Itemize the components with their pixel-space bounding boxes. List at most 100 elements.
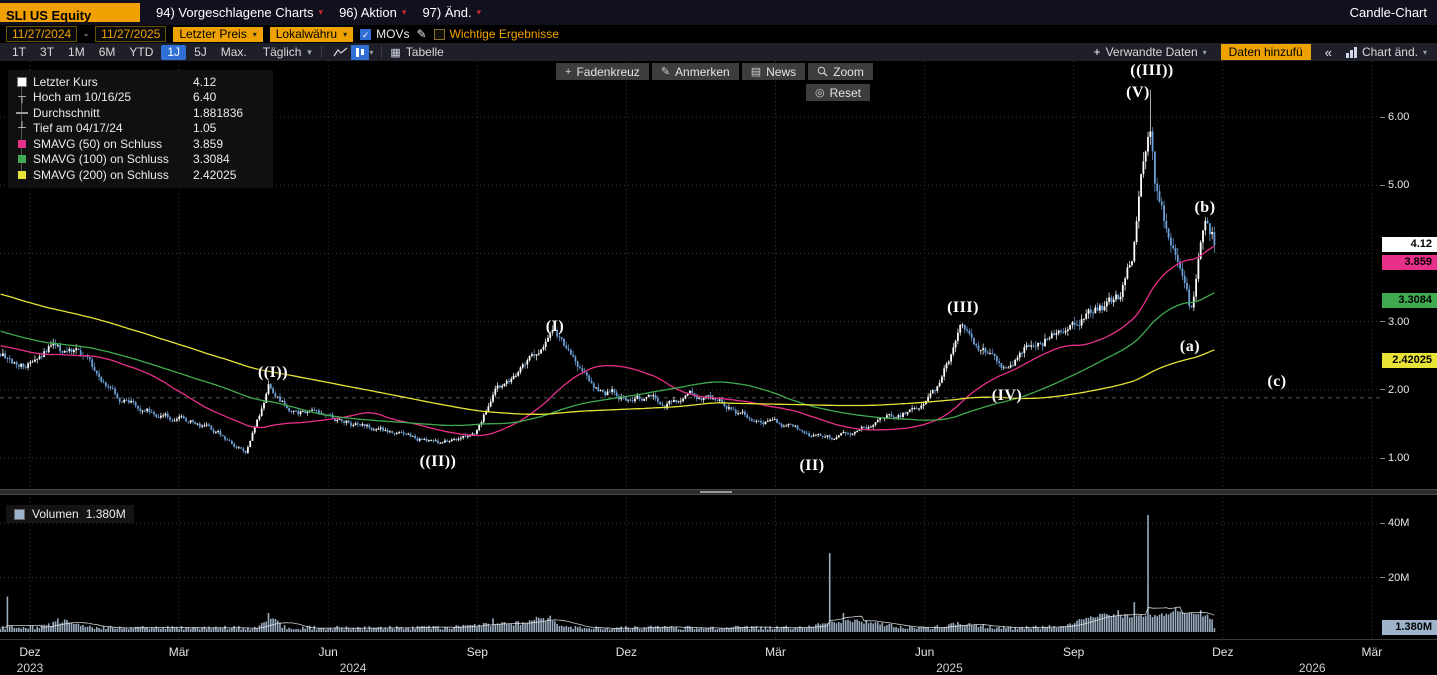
checkbox-checked-icon: ✓	[360, 29, 371, 40]
volume-layer	[0, 515, 1215, 632]
legend-value: 1.05	[193, 121, 263, 135]
movs-label: MOVs	[376, 27, 409, 41]
price-axis-tick: 3.00	[1380, 315, 1409, 329]
collapse-panel-button[interactable]: «	[1325, 45, 1332, 60]
volume-badge: 1.380M	[1382, 620, 1437, 635]
legend-row: ┴Tief am 04/17/241.05	[14, 121, 263, 137]
toolbar-divider	[321, 46, 322, 58]
elliott-wave-label: ((III))	[1130, 62, 1174, 80]
tick-label: 20M	[1388, 572, 1409, 584]
news-label: News	[766, 65, 796, 79]
tick-mark	[1380, 577, 1385, 578]
time-axis-month-label: Dez	[1203, 645, 1243, 659]
currency-dropdown[interactable]: Lokalwähru ▾	[270, 27, 353, 42]
chart-toolbar: 1T3T1M6MYTD1J5JMax. Täglich ▼ ▾ ▦ Tabell…	[0, 43, 1437, 61]
volume-axis-tick: 40M	[1380, 516, 1409, 530]
add-data-button[interactable]: Daten hinzufü	[1221, 44, 1311, 60]
menu-aktion[interactable]: 96) Aktion ▾	[339, 5, 406, 20]
date-from-input[interactable]: 11/27/2024	[6, 26, 77, 42]
annotate-label: Anmerken	[675, 65, 730, 79]
movs-checkbox[interactable]: ✓ MOVs	[360, 27, 409, 41]
price-badge: 4.12	[1382, 237, 1437, 252]
menu-vorgeschlagene-charts[interactable]: 94) Vorgeschlagene Charts ▾	[156, 5, 323, 20]
legend-label: Durchschnitt	[33, 106, 193, 120]
reset-button[interactable]: ◎ Reset	[806, 84, 870, 101]
chevron-down-icon: ▾	[319, 7, 324, 18]
tick-mark	[1380, 389, 1385, 390]
range-tab-1j[interactable]: 1J	[161, 45, 186, 60]
annotate-button[interactable]: ✎ Anmerken	[652, 63, 739, 80]
magnifier-icon	[817, 66, 828, 77]
chevron-down-icon[interactable]: ▾	[369, 48, 373, 57]
plus-icon: +	[1094, 45, 1101, 59]
high-marker-icon: ┬	[14, 91, 30, 103]
tick-mark	[1380, 321, 1385, 322]
volume-value: 1.380M	[86, 507, 126, 521]
legend-value: 3.859	[193, 137, 263, 151]
bar-chart-icon	[1346, 47, 1357, 58]
news-button[interactable]: ▤ News	[742, 63, 805, 80]
table-button[interactable]: ▦ Tabelle	[390, 45, 443, 59]
tick-label: 2.00	[1388, 384, 1409, 396]
legend-row: ┬Hoch am 10/16/256.40	[14, 90, 263, 106]
chart-change-label: Chart änd.	[1362, 45, 1418, 59]
elliott-wave-label: (c)	[1267, 373, 1286, 391]
time-axis-month-label: Jun	[905, 645, 945, 659]
legend-row: SMAVG (50) on Schluss3.859	[14, 136, 263, 152]
zoom-button[interactable]: Zoom	[808, 63, 873, 80]
menu-aend[interactable]: 97) Änd. ▾	[422, 5, 481, 20]
frequency-dropdown[interactable]: Täglich ▼	[263, 45, 314, 59]
legend-value: 3.3084	[193, 152, 263, 166]
edit-pencil-icon[interactable]: ✎	[416, 27, 426, 41]
range-tab-max[interactable]: Max.	[215, 45, 253, 60]
related-data-dropdown[interactable]: + Verwandte Daten ▾	[1094, 45, 1207, 59]
range-tab-3t[interactable]: 3T	[34, 45, 60, 60]
time-axis-year-label: 2025	[929, 661, 969, 675]
crosshair-label: Fadenkreuz	[576, 65, 639, 79]
range-tabs: 1T3T1M6MYTD1J5JMax.	[6, 45, 253, 60]
line-chart-icon-button[interactable]	[330, 45, 351, 60]
filters-bar: 11/27/2024 - 11/27/2025 Letzter Preis ▾ …	[0, 25, 1437, 43]
candle-chart-icon-button[interactable]	[351, 45, 369, 60]
range-tab-1t[interactable]: 1T	[6, 45, 32, 60]
tick-mark	[1380, 523, 1385, 524]
chart-legend: Letzter Kurs4.12┬Hoch am 10/16/256.40Dur…	[8, 70, 273, 188]
range-tab-5j[interactable]: 5J	[188, 45, 213, 60]
sma-layer	[1, 246, 1215, 435]
panel-splitter[interactable]	[0, 489, 1437, 495]
legend-value: 1.881836	[193, 106, 263, 120]
time-axis-year-label: 2026	[1292, 661, 1332, 675]
price-source-dropdown[interactable]: Letzter Preis ▾	[173, 27, 262, 42]
time-axis: DezMärJunSepDezMärJunSepDezMär2023202420…	[0, 639, 1437, 675]
price-axis-tick: 2.00	[1380, 383, 1409, 397]
table-grid-icon: ▦	[390, 46, 400, 59]
chevron-down-icon: ▾	[1423, 48, 1427, 57]
legend-row: Letzter Kurs4.12	[14, 74, 263, 90]
elliott-wave-label: (V)	[1126, 84, 1150, 102]
ticker-box[interactable]: SLI US Equity	[0, 3, 140, 22]
tick-label: 5.00	[1388, 179, 1409, 191]
tick-mark	[1380, 458, 1385, 459]
time-axis-year-label: 2023	[10, 661, 50, 675]
square-magenta-swatch-icon	[14, 140, 30, 148]
splitter-handle-icon[interactable]	[700, 491, 732, 493]
price-badge: 3.3084	[1382, 293, 1437, 308]
date-to-input[interactable]: 11/27/2025	[95, 26, 166, 42]
chart-change-dropdown[interactable]: Chart änd. ▾	[1346, 45, 1427, 59]
legend-label: SMAVG (100) on Schluss	[33, 152, 193, 166]
elliott-wave-label: ((II))	[420, 453, 457, 471]
time-axis-month-label: Dez	[10, 645, 50, 659]
important-results-checkbox[interactable]: Wichtige Ergebnisse	[434, 27, 559, 41]
elliott-wave-label: (IV)	[992, 387, 1022, 405]
tick-label: 1.00	[1388, 452, 1409, 464]
square-green-swatch-icon	[14, 155, 30, 163]
elliott-wave-label: ((I))	[258, 364, 288, 382]
range-tab-1m[interactable]: 1M	[62, 45, 91, 60]
tick-mark	[1380, 185, 1385, 186]
news-icon: ▤	[751, 65, 761, 78]
time-axis-month-label: Mär	[1352, 645, 1392, 659]
range-tab-6m[interactable]: 6M	[93, 45, 122, 60]
price-badge: 3.859	[1382, 255, 1437, 270]
range-tab-ytd[interactable]: YTD	[123, 45, 159, 60]
crosshair-button[interactable]: + Fadenkreuz	[556, 63, 649, 80]
